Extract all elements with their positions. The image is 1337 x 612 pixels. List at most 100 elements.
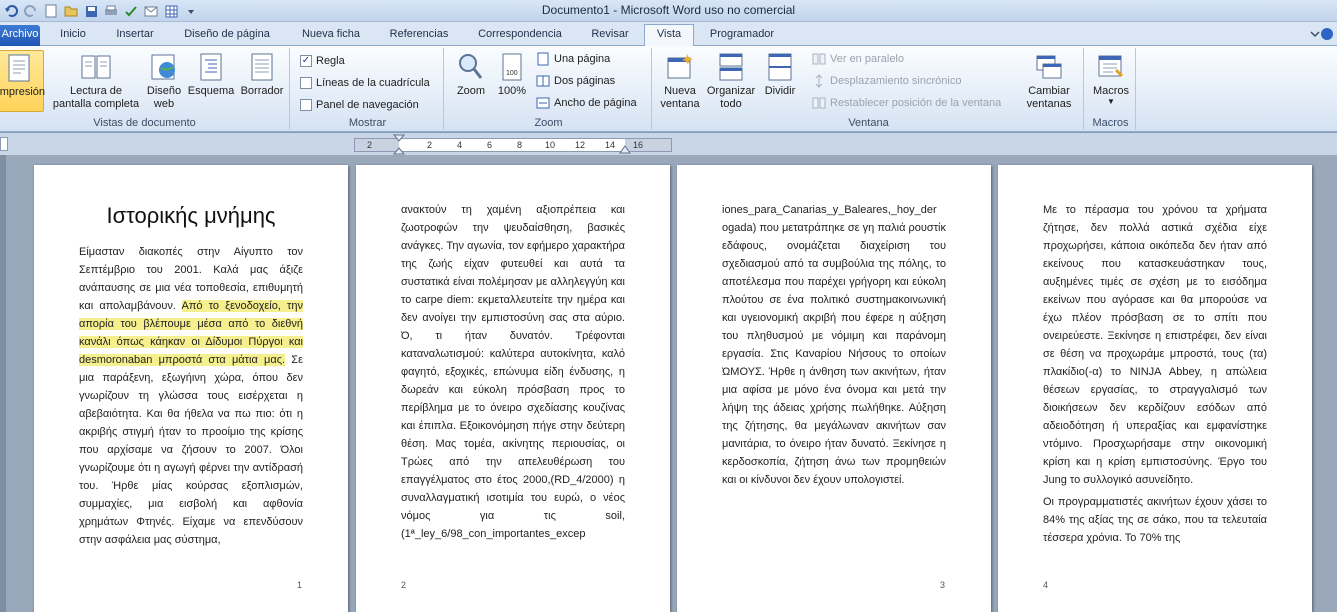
two-pages-label: Dos páginas [554, 75, 616, 87]
ruler-label: Regla [316, 55, 345, 67]
draft-label: Borrador [240, 85, 284, 97]
document-heading: Ιστορικής μνήμης [106, 203, 276, 228]
tab-home[interactable]: Inicio [56, 25, 90, 46]
ruler-number: 6 [487, 140, 493, 150]
group-label-zoom: Zoom [534, 117, 563, 129]
gridlines-check-icon[interactable] [300, 77, 312, 89]
page-1-body: Είμασταν διακοπές στην Αίγυπτο τον Σεπτέ… [79, 243, 303, 573]
ruler-check-icon[interactable]: ✓ [300, 55, 312, 67]
tab-references[interactable]: Referencias [386, 25, 452, 46]
ruler-bar: 2 2 4 6 8 10 12 14 16 [0, 133, 1337, 155]
navpane-check-icon[interactable] [300, 99, 312, 111]
zoom-100-button[interactable]: 100 100% [492, 50, 532, 98]
one-page-label: Una página [554, 53, 611, 65]
draft-button[interactable]: Borrador [236, 50, 288, 98]
page-width-label: Ancho de página [554, 97, 637, 109]
two-pages-button[interactable]: Dos páginas [536, 72, 615, 90]
gridlines-label: Líneas de la cuadrícula [316, 77, 430, 89]
page-number: 1 [296, 580, 302, 590]
group-label-window: Ventana [848, 117, 889, 129]
page-width-button[interactable]: Ancho de página [536, 94, 637, 112]
zoom-button[interactable]: Zoom [450, 50, 492, 98]
split-icon [768, 53, 792, 81]
tab-selector[interactable] [0, 137, 8, 151]
web-layout-button[interactable]: Diseño web [142, 50, 186, 111]
tab-review[interactable]: Revisar [588, 25, 632, 46]
macros-button[interactable]: Macros ▼ [1088, 50, 1134, 106]
switch-windows-label-2: ventanas [1026, 98, 1072, 110]
document-area[interactable]: Ιστορικής μνήμης Είμασταν διακοπές στην … [0, 155, 1337, 612]
ruler-margin-right [625, 139, 671, 151]
zoom-100-label: 100% [497, 85, 527, 97]
page-number: 2 [401, 580, 407, 590]
arrange-all-button[interactable]: Organizar todo [704, 50, 758, 111]
group-show: ✓ Regla Líneas de la cuadrícula Panel de… [292, 48, 444, 130]
ruler-number: 2 [427, 140, 433, 150]
horizontal-ruler[interactable]: 2 2 4 6 8 10 12 14 16 [354, 134, 672, 155]
paragraph-text: Με το πέρασμα του χρόνου τα χρήματα ζήτη… [1043, 204, 1267, 486]
page-2-body: ανακτούν τη χαμένη αξιοπρέπεια και ζωοτρ… [401, 204, 625, 540]
new-window-label-1: Nueva [664, 85, 696, 97]
page-number: 4 [1043, 580, 1049, 590]
full-screen-reading-icon [81, 55, 111, 79]
right-indent-icon[interactable] [619, 145, 631, 155]
ruler-number: 4 [457, 140, 463, 150]
ruler-number: 16 [633, 140, 644, 150]
page-number: 3 [939, 580, 945, 590]
outline-button[interactable]: Esquema [186, 50, 236, 98]
ruler-checkbox[interactable]: ✓ Regla [300, 52, 345, 70]
ruler-number: 2 [367, 140, 373, 150]
page-3-body: iones_para_Canarias_y_Baleares,_hoy_der … [722, 204, 946, 486]
one-page-button[interactable]: Una página [536, 50, 610, 68]
reset-window-position-button[interactable]: Restablecer posición de la ventana [812, 94, 1001, 112]
split-button[interactable]: Dividir [758, 50, 802, 98]
navigation-pane-checkbox[interactable]: Panel de navegación [300, 96, 419, 114]
zoom-label: Zoom [456, 85, 486, 97]
page-3[interactable]: iones_para_Canarias_y_Baleares,_hoy_der … [677, 165, 991, 612]
tab-file[interactable]: Archivo [0, 25, 40, 46]
web-label-2: web [153, 98, 175, 110]
arrange-all-label-2: todo [720, 98, 742, 110]
page-2[interactable]: ανακτούν τη χαμένη αξιοπρέπεια και ζωοτρ… [356, 165, 670, 612]
vertical-ruler [0, 155, 6, 612]
tab-developer[interactable]: Programador [706, 25, 778, 46]
web-layout-icon [151, 54, 175, 80]
macros-icon [1098, 55, 1124, 78]
tab-view[interactable]: Vista [644, 24, 694, 46]
switch-windows-label-1: Cambiar [1028, 85, 1070, 97]
full-screen-reading-button[interactable]: Lectura de pantalla completa [50, 50, 142, 111]
arrange-all-label-1: Organizar [706, 85, 756, 97]
outline-icon [200, 53, 222, 81]
new-window-button[interactable]: Nueva ventana [656, 50, 704, 111]
side-by-side-icon [812, 53, 826, 65]
side-by-side-label: Ver en paralelo [830, 53, 904, 65]
new-window-icon [667, 54, 693, 79]
print-layout-icon [8, 54, 30, 82]
magnifier-icon [459, 54, 483, 79]
group-document-views: Diseño de impresión Lectura de pantalla … [0, 48, 290, 130]
synchronous-scrolling-button[interactable]: Desplazamiento sincrónico [812, 72, 961, 90]
web-label-1: Diseño [146, 85, 182, 97]
paragraph-text: Σε μια παράξενη, εξωγήινη χώρα, όπου δεν… [79, 354, 303, 546]
tab-insert[interactable]: Insertar [112, 25, 158, 46]
gridlines-checkbox[interactable]: Líneas de la cuadrícula [300, 74, 430, 92]
switch-windows-button[interactable]: Cambiar ventanas [1018, 50, 1080, 111]
ribbon-tab-row: Archivo Inicio Insertar Diseño de página… [0, 22, 1337, 46]
draft-icon [251, 53, 273, 81]
view-side-by-side-button[interactable]: Ver en paralelo [812, 50, 904, 68]
ribbon: Diseño de impresión Lectura de pantalla … [0, 46, 1337, 132]
paragraph-text: Οι προγραμματιστές ακινήτων έχουν χάσει … [1043, 496, 1267, 544]
print-layout-button[interactable]: Diseño de impresión [0, 50, 45, 112]
tab-new[interactable]: Nueva ficha [298, 25, 364, 46]
page-4-body: Με το πέρασμα του χρόνου τα χρήματα ζήτη… [1043, 201, 1267, 563]
ribbon-help-controls [1307, 26, 1333, 42]
zoom-100-icon: 100 [502, 53, 522, 81]
tab-mailings[interactable]: Correspondencia [474, 25, 566, 46]
macros-dropdown-icon: ▼ [1107, 97, 1115, 106]
window-title: Documento1 - Microsoft Word uso no comer… [541, 3, 796, 17]
page-4[interactable]: Με το πέρασμα του χρόνου τα χρήματα ζήτη… [998, 165, 1312, 612]
page-1[interactable]: Ιστορικής μνήμης Είμασταν διακοπές στην … [34, 165, 348, 612]
indent-marker-icon[interactable] [393, 134, 405, 156]
tab-page-layout[interactable]: Diseño de página [178, 25, 276, 46]
page-width-icon [536, 97, 550, 109]
